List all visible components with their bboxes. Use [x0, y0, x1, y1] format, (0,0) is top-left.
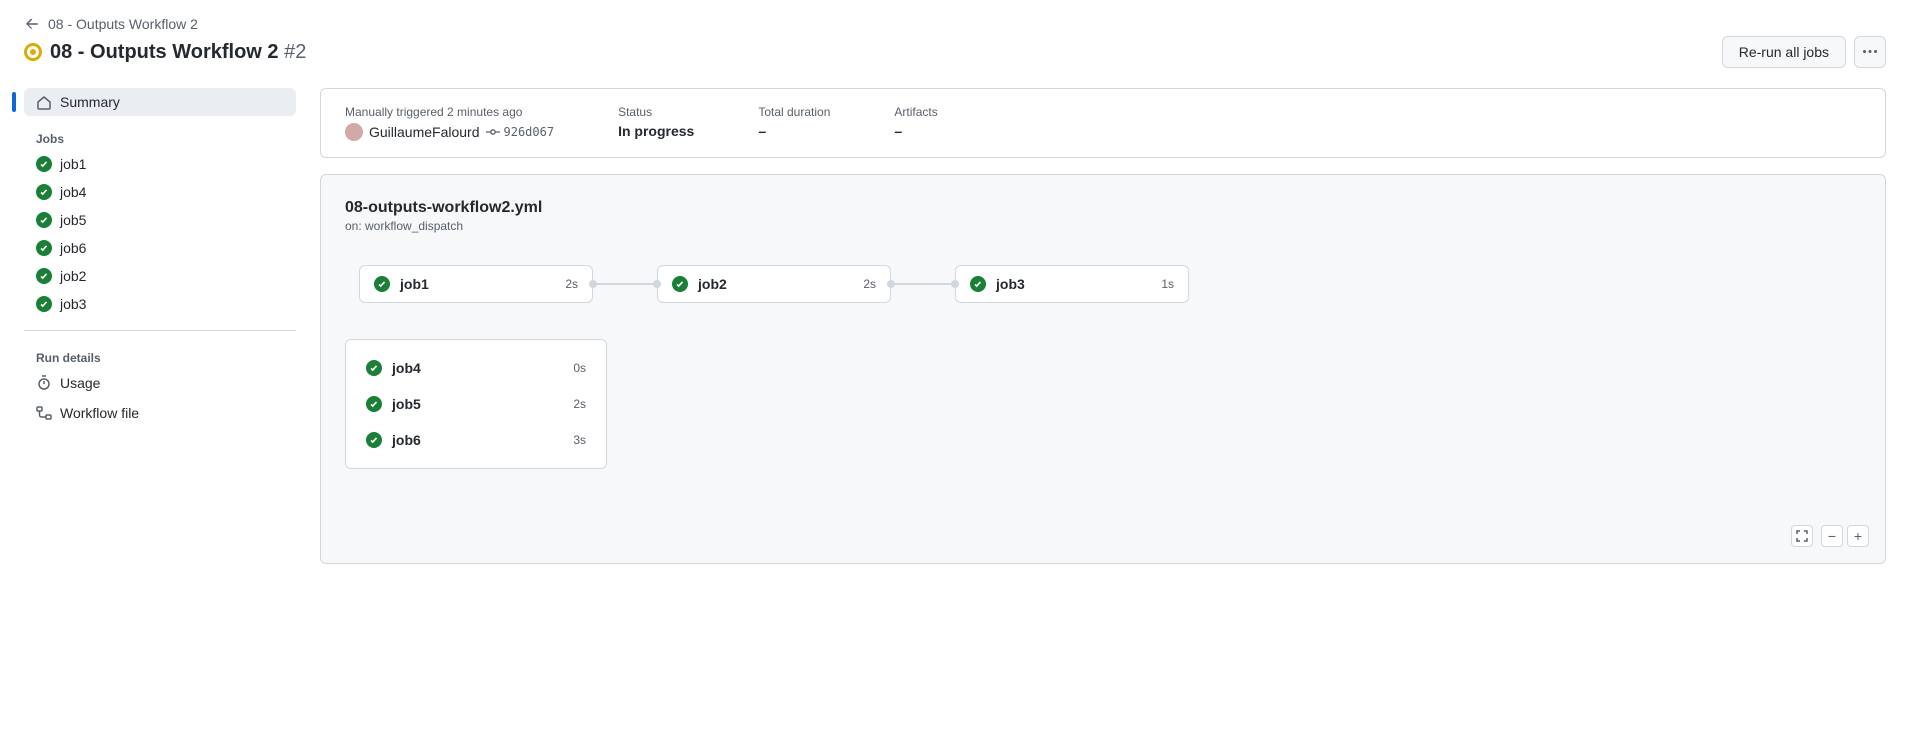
stopwatch-icon — [36, 375, 52, 391]
divider — [24, 330, 296, 331]
connector — [593, 283, 657, 285]
sidebar-job-job5[interactable]: job5 — [24, 206, 296, 234]
page-title: 08 - Outputs Workflow 2 #2 — [50, 41, 306, 64]
nav-summary[interactable]: Summary — [24, 88, 296, 116]
connector — [891, 283, 955, 285]
job-node-job6[interactable]: job6 3s — [346, 422, 606, 458]
fullscreen-icon — [1796, 530, 1808, 542]
run-details-header: Run details — [24, 343, 296, 369]
summary-artifacts: Artifacts – — [894, 105, 937, 141]
workflow-graph[interactable]: 08-outputs-workflow2.yml on: workflow_di… — [320, 174, 1886, 564]
graph-chain: job1 2s job2 2s job3 1s — [359, 265, 1861, 303]
kebab-icon — [1862, 44, 1878, 60]
commit-link[interactable]: 926d067 — [486, 125, 555, 139]
sidebar-job-job2[interactable]: job2 — [24, 262, 296, 290]
check-icon — [970, 276, 986, 292]
home-icon — [36, 94, 52, 110]
check-icon — [36, 212, 52, 228]
job-node-job1[interactable]: job1 2s — [359, 265, 593, 303]
sidebar-job-job6[interactable]: job6 — [24, 234, 296, 262]
rerun-button[interactable]: Re-run all jobs — [1722, 36, 1846, 68]
job-group: job4 0s job5 2s job6 3s — [345, 339, 607, 469]
kebab-menu-button[interactable] — [1854, 36, 1886, 68]
commit-icon — [486, 125, 500, 139]
sidebar-job-job3[interactable]: job3 — [24, 290, 296, 318]
check-icon — [36, 240, 52, 256]
check-icon — [36, 184, 52, 200]
sidebar: Summary Jobs job1 job4 job5 job6 job2 — [24, 88, 296, 564]
job-node-job4[interactable]: job4 0s — [346, 350, 606, 386]
zoom-controls: − + — [1791, 525, 1869, 547]
sidebar-job-job4[interactable]: job4 — [24, 178, 296, 206]
fullscreen-button[interactable] — [1791, 525, 1813, 547]
nav-usage[interactable]: Usage — [24, 369, 296, 397]
breadcrumb-link[interactable]: 08 - Outputs Workflow 2 — [48, 16, 198, 32]
summary-status: Status In progress — [618, 105, 694, 141]
check-icon — [366, 396, 382, 412]
summary-trigger: Manually triggered 2 minutes ago Guillau… — [345, 105, 554, 141]
breadcrumb[interactable]: 08 - Outputs Workflow 2 — [24, 16, 1886, 32]
job-node-job3[interactable]: job3 1s — [955, 265, 1189, 303]
workflow-icon — [36, 405, 52, 421]
check-icon — [36, 296, 52, 312]
nav-workflow-file[interactable]: Workflow file — [24, 399, 296, 427]
check-icon — [36, 268, 52, 284]
workflow-filename: 08-outputs-workflow2.yml — [345, 199, 1861, 217]
main: Manually triggered 2 minutes ago Guillau… — [320, 88, 1886, 564]
zoom-out-button[interactable]: − — [1821, 525, 1843, 547]
nav-summary-label: Summary — [60, 94, 120, 110]
sidebar-job-job1[interactable]: job1 — [24, 150, 296, 178]
avatar[interactable] — [345, 123, 363, 141]
check-icon — [374, 276, 390, 292]
workflow-trigger: on: workflow_dispatch — [345, 219, 1861, 233]
check-icon — [366, 432, 382, 448]
summary-duration: Total duration – — [758, 105, 830, 141]
job-node-job5[interactable]: job5 2s — [346, 386, 606, 422]
summary-card: Manually triggered 2 minutes ago Guillau… — [320, 88, 1886, 158]
arrow-left-icon — [24, 16, 40, 32]
job-node-job2[interactable]: job2 2s — [657, 265, 891, 303]
jobs-header: Jobs — [24, 124, 296, 150]
check-icon — [366, 360, 382, 376]
check-icon — [672, 276, 688, 292]
status-running-icon — [24, 43, 42, 61]
check-icon — [36, 156, 52, 172]
zoom-in-button[interactable]: + — [1847, 525, 1869, 547]
actor-link[interactable]: GuillaumeFalourd — [369, 124, 480, 140]
